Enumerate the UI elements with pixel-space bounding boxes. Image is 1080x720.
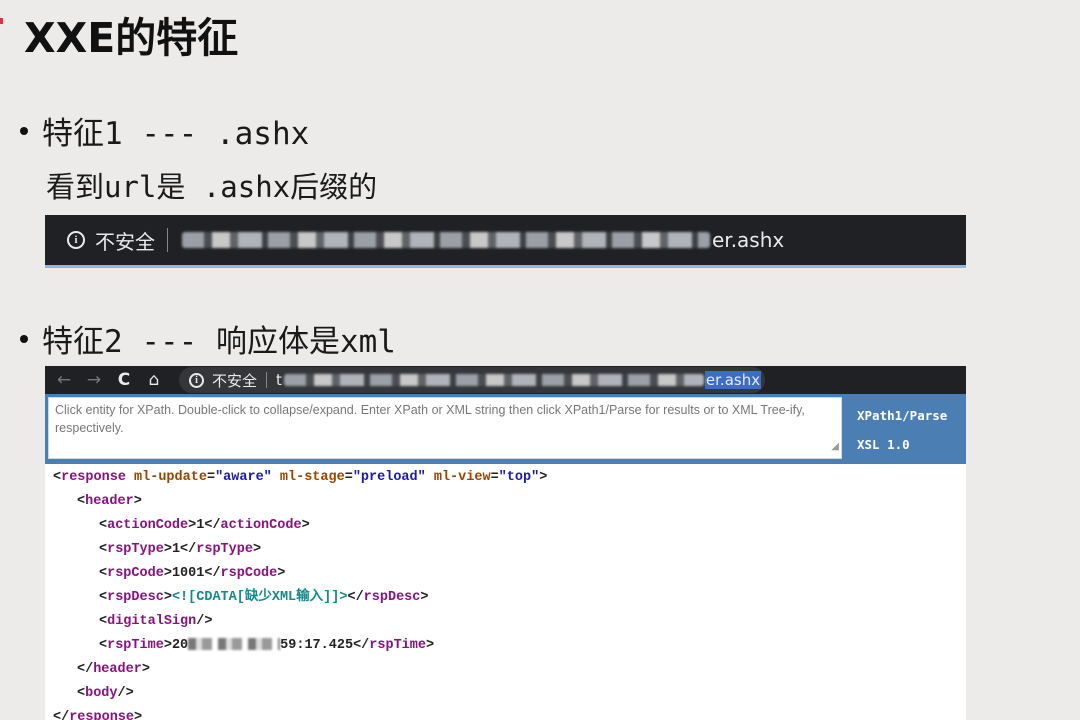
xml-tag: rspCode (220, 566, 278, 581)
bullet-feature-2: 特征2 --- 响应体是xml (20, 316, 396, 361)
xml-line-rspTime[interactable]: <rspTime>20 59:17.425</rspTime> (53, 637, 966, 661)
xpath-placeholder: Click entity for XPath. Double-click to … (55, 403, 805, 435)
address-bar-screenshot-1: i 不安全 er.ashx (45, 215, 966, 268)
browser-screenshot-2: ← → C ⌂ i 不安全 t er.ashx Click entity for… (45, 366, 966, 720)
xml-attr-value: "top" (498, 470, 540, 485)
xml-attr-name: ml-stage (279, 470, 345, 485)
xml-line-response-open[interactable]: <response ml-update="aware" ml-stage="pr… (53, 469, 966, 493)
xml-tag: response (61, 470, 126, 485)
xml-tag: rspTime (369, 638, 426, 653)
bullet-feature-1-subtext: 看到url是 .ashx后缀的 (46, 170, 378, 204)
xml-value: 1001 (171, 566, 205, 581)
slide-accent-mark (0, 18, 3, 24)
forward-arrow-icon[interactable]: → (83, 370, 105, 390)
blurred-url (283, 374, 704, 386)
not-secure-label[interactable]: 不安全 (95, 226, 155, 255)
blurred-url (182, 232, 710, 248)
home-icon[interactable]: ⌂ (143, 370, 165, 390)
xml-attr-name: ml-view (433, 470, 491, 485)
xml-value-end: 59:17.425 (280, 638, 354, 653)
xml-tag: actionCode (107, 518, 189, 533)
info-icon[interactable]: i (67, 231, 85, 249)
not-secure-label[interactable]: 不安全 (212, 370, 257, 391)
xml-value: 1 (171, 542, 181, 557)
xml-tag: rspCode (107, 566, 164, 581)
xml-line-body[interactable]: <body/> (53, 685, 966, 709)
url-prefix: t (276, 371, 282, 389)
xml-tree: <response ml-update="aware" ml-stage="pr… (45, 464, 966, 720)
xml-tag: rspDesc (107, 590, 164, 605)
xml-line-rspCode[interactable]: <rspCode>1001</rspCode> (53, 565, 966, 589)
xpath-panel: Click entity for XPath. Double-click to … (45, 394, 966, 464)
separator (266, 372, 268, 388)
xml-line-header-open[interactable]: <header> (53, 493, 966, 517)
xml-line-rspDesc[interactable]: <rspDesc><![CDATA[缺少XML输入]]></rspDesc> (53, 589, 966, 613)
xpath-input[interactable]: Click entity for XPath. Double-click to … (48, 397, 842, 459)
resize-handle-icon[interactable]: ◢ (831, 438, 839, 456)
url-suffix-selected: er.ashx (704, 371, 762, 389)
bullet-dot-icon (20, 334, 28, 343)
browser-toolbar: ← → C ⌂ i 不安全 t er.ashx (45, 366, 966, 394)
xml-tag: header (93, 662, 142, 677)
bullet-feature-1: 特征1 --- .ashx (20, 108, 309, 153)
xml-tag: rspType (107, 542, 164, 557)
xpath-parse-button[interactable]: XPath1/Parse (857, 408, 947, 423)
xml-tag: response (69, 710, 135, 720)
xml-tag: rspType (196, 542, 253, 557)
xsl-button[interactable]: XSL 1.0 (857, 437, 910, 452)
xml-line-digitalSign[interactable]: <digitalSign/> (53, 613, 966, 637)
bullet-dot-icon (20, 126, 28, 135)
xml-tag: header (85, 494, 134, 509)
xml-tag: digitalSign (107, 614, 197, 629)
separator (167, 228, 168, 252)
reload-icon[interactable]: C (113, 370, 135, 390)
xml-attr-value: "preload" (352, 470, 426, 485)
back-arrow-icon[interactable]: ← (53, 370, 75, 390)
url-suffix[interactable]: er.ashx (712, 228, 784, 252)
info-icon[interactable]: i (189, 372, 204, 388)
xml-attr-name: ml-update (134, 470, 207, 485)
xml-tag: rspTime (107, 638, 164, 653)
xml-value-start: 20 (171, 638, 189, 653)
xml-cdata: <![CDATA[缺少XML输入]]> (171, 590, 348, 605)
omnibox[interactable]: i 不安全 t er.ashx (179, 367, 765, 393)
blurred-timestamp (188, 638, 281, 651)
slide-title: XXE的特征 (24, 14, 239, 62)
xml-attr-value: "aware" (215, 470, 272, 485)
xml-line-rspType[interactable]: <rspType>1</rspType> (53, 541, 966, 565)
bullet-feature-2-text: 特征2 --- 响应体是xml (42, 324, 396, 360)
xml-line-response-close[interactable]: </response> (53, 709, 966, 720)
xml-tag: rspDesc (363, 590, 421, 605)
xml-line-header-close[interactable]: </header> (53, 661, 966, 685)
xml-line-actionCode[interactable]: <actionCode>1</actionCode> (53, 517, 966, 541)
bullet-feature-1-text: 特征1 --- .ashx (42, 116, 310, 152)
xml-tag: actionCode (220, 518, 302, 533)
xml-tag: body (85, 686, 118, 701)
